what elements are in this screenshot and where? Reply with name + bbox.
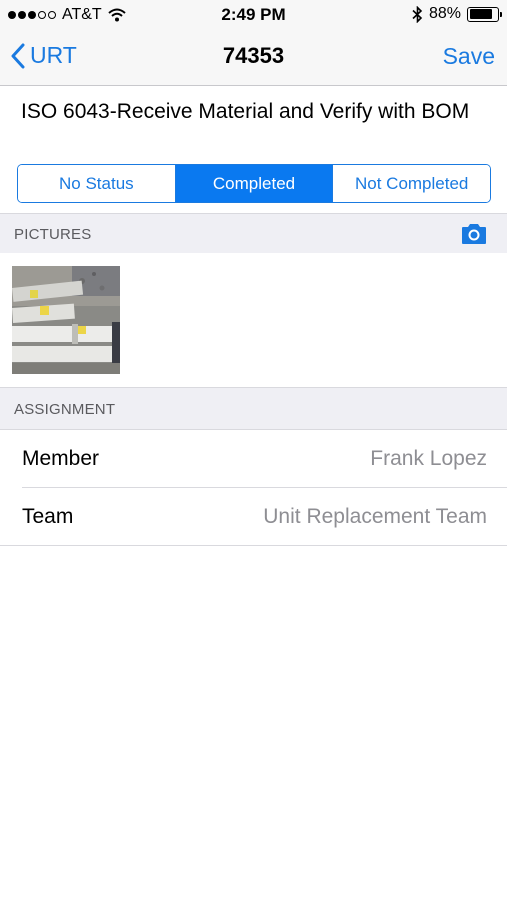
status-segmented-control: No Status Completed Not Completed bbox=[17, 164, 491, 203]
battery-percent: 88% bbox=[428, 5, 461, 22]
member-value: Frank Lopez bbox=[370, 447, 487, 470]
photo-thumbnail[interactable] bbox=[12, 266, 120, 374]
row-divider bbox=[0, 545, 507, 546]
battery-info: 88% bbox=[412, 5, 502, 23]
team-label: Team bbox=[22, 505, 74, 528]
segment-not-completed[interactable]: Not Completed bbox=[333, 165, 490, 202]
team-value: Unit Replacement Team bbox=[263, 505, 487, 528]
battery-level-fill bbox=[469, 9, 493, 19]
pictures-gallery bbox=[0, 253, 507, 388]
status-bar: AT&T 2:49 PM 88% bbox=[0, 0, 507, 30]
segment-no-status[interactable]: No Status bbox=[18, 165, 176, 202]
bluetooth-icon bbox=[412, 5, 423, 23]
battery-icon bbox=[467, 6, 502, 22]
member-row[interactable]: Member Frank Lopez bbox=[0, 430, 507, 488]
save-button[interactable]: Save bbox=[443, 43, 495, 70]
assignment-header-label: ASSIGNMENT bbox=[14, 401, 116, 418]
camera-icon[interactable] bbox=[460, 223, 488, 245]
task-title: ISO 6043-Receive Material and Verify wit… bbox=[21, 100, 470, 123]
pictures-section-header: PICTURES bbox=[0, 213, 507, 254]
navigation-bar: URT 74353 Save bbox=[0, 30, 507, 86]
page-title: 74353 bbox=[222, 43, 285, 68]
assignment-section-header: ASSIGNMENT bbox=[0, 387, 507, 430]
member-label: Member bbox=[22, 447, 100, 470]
pictures-header-label: PICTURES bbox=[14, 226, 92, 243]
team-row[interactable]: Team Unit Replacement Team bbox=[0, 488, 507, 546]
segment-completed[interactable]: Completed bbox=[175, 165, 334, 202]
